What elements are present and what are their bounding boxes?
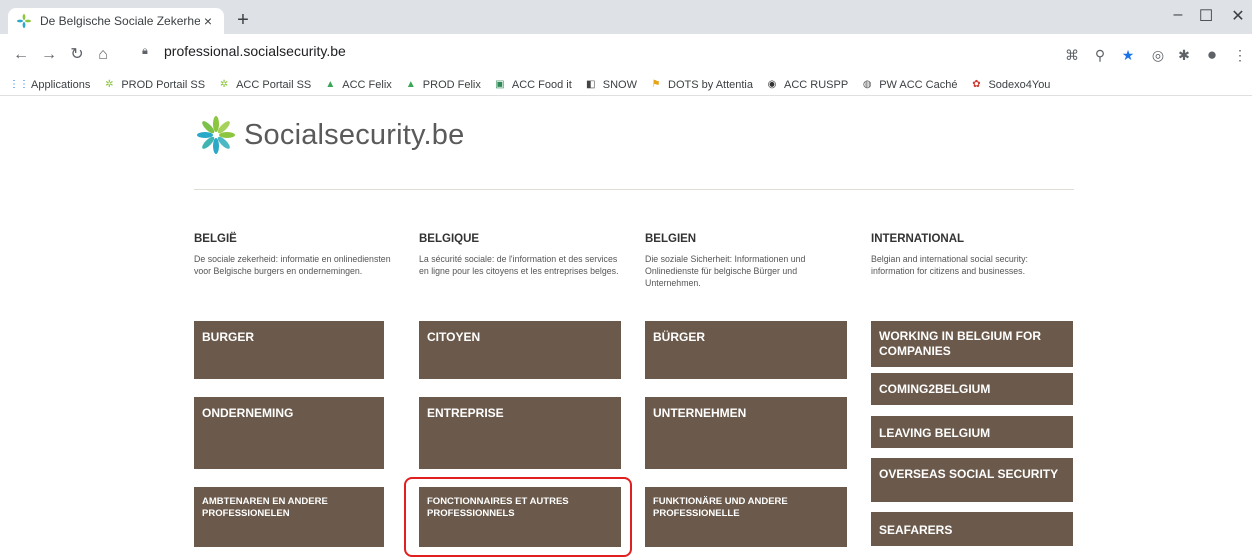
bookmark-label: Applications: [31, 78, 91, 91]
bookmark-label: PW ACC Caché: [879, 78, 958, 91]
apps-grid-icon: ⋮⋮: [9, 79, 29, 90]
bookmark-item[interactable]: ✲ ACC Portail SS: [217, 78, 311, 92]
bookmark-item[interactable]: ✿ Sodexo4You: [969, 78, 1050, 92]
maximize-icon[interactable]: ☐: [1196, 6, 1216, 26]
site-logo[interactable]: Socialsecurity.be: [194, 115, 464, 155]
bookmark-item[interactable]: ◉ ACC RUSPP: [765, 78, 849, 92]
overseas-social-security-button[interactable]: OVERSEAS SOCIAL SECURITY: [871, 458, 1073, 502]
reload-icon[interactable]: ↻: [66, 44, 88, 66]
ambtenaren-button[interactable]: AMBTENAREN EN ANDERE PROFESSIONELEN: [194, 487, 384, 547]
column-international: INTERNATIONAL Belgian and international …: [871, 233, 1071, 277]
column-belgique: BELGIQUE La sécurité sociale: de l'infor…: [419, 233, 619, 277]
bookmark-item[interactable]: ◧ SNOW: [584, 78, 637, 92]
zoom-icon[interactable]: ⚲: [1090, 45, 1110, 65]
back-icon[interactable]: ←: [10, 44, 32, 66]
bookmark-label: ACC Felix: [342, 78, 392, 91]
bookmark-item[interactable]: ⚑ DOTS by Attentia: [649, 78, 753, 92]
extension-icon[interactable]: ◎: [1148, 45, 1168, 65]
tab-close-icon[interactable]: ×: [200, 13, 216, 29]
home-icon[interactable]: ⌂: [92, 44, 114, 66]
bookmark-label: PROD Felix: [422, 78, 481, 91]
socialsecurity-logo-icon: [197, 116, 235, 154]
socialsecurity-icon: ✲: [105, 79, 114, 90]
translate-icon[interactable]: ⌘: [1062, 45, 1082, 65]
funktionare-button[interactable]: FUNKTIONÄRE UND ANDERE PROFESSIONELLE: [645, 487, 847, 547]
bookmark-item[interactable]: ▲ ACC Felix: [323, 78, 392, 92]
leaving-belgium-button[interactable]: LEAVING BELGIUM: [871, 416, 1073, 448]
ruspp-icon: ◉: [767, 79, 777, 90]
bookmark-item[interactable]: ▲ PROD Felix: [404, 78, 481, 92]
bookmark-label: Sodexo4You: [988, 78, 1051, 91]
lock-icon: 🔒︎: [142, 44, 148, 57]
bookmark-item[interactable]: ⋮⋮ Applications: [9, 78, 91, 92]
burger-de-button[interactable]: BÜRGER: [645, 321, 847, 379]
bookmark-label: ACC Food it: [511, 78, 572, 91]
entreprise-button[interactable]: ENTREPRISE: [419, 397, 621, 469]
forward-icon[interactable]: →: [38, 44, 60, 66]
socialsecurity-favicon-icon: [16, 13, 32, 29]
column-belgie: BELGIË De sociale zekerheid: informatie …: [194, 233, 394, 277]
column-heading: BELGIEN: [645, 233, 697, 245]
unternehmen-button[interactable]: UNTERNEHMEN: [645, 397, 847, 469]
column-heading: INTERNATIONAL: [871, 233, 965, 245]
column-description: La sécurité sociale: de l'information et…: [419, 254, 619, 276]
column-heading: BELGIQUE: [419, 233, 480, 245]
column-description: Die soziale Sicherheit: Informationen un…: [645, 254, 806, 288]
column-description: Belgian and international social securit…: [871, 254, 1028, 276]
bookmarks-bar: ⋮⋮ Applications ✲ PROD Portail SS ✲ ACC Porta…: [0, 74, 1252, 96]
profile-icon[interactable]: ●: [1202, 45, 1222, 65]
sodexo-icon: ✿: [972, 79, 981, 90]
bookmark-label: DOTS by Attentia: [668, 78, 753, 91]
bookmark-label: ACC Portail SS: [236, 78, 312, 91]
food-icon: ▣: [495, 79, 505, 90]
column-belgien: BELGIEN Die soziale Sicherheit: Informat…: [645, 233, 845, 289]
onderneming-button[interactable]: ONDERNEMING: [194, 397, 384, 469]
snow-icon: ◧: [586, 79, 596, 90]
browser-tabstrip: De Belgische Sociale Zekerheid | × + – ☐…: [0, 0, 1252, 34]
seafarers-button[interactable]: SEAFARERS: [871, 512, 1073, 546]
minimize-icon[interactable]: –: [1168, 6, 1188, 24]
burger-button[interactable]: BURGER: [194, 321, 384, 379]
felix-icon: ▲: [405, 79, 416, 90]
bookmark-star-icon[interactable]: ★: [1118, 45, 1138, 65]
url-text: professional.socialsecurity.be: [164, 43, 346, 59]
bookmark-label: PROD Portail SS: [121, 78, 206, 91]
tab-title: De Belgische Sociale Zekerheid |: [40, 14, 200, 28]
extensions-puzzle-icon[interactable]: ✱: [1174, 45, 1194, 65]
browser-toolbar: ← → ↻ ⌂ 🔒︎ professional.socialsecurity.b…: [0, 34, 1252, 74]
browser-tab[interactable]: De Belgische Sociale Zekerheid | ×: [8, 8, 224, 34]
menu-icon[interactable]: ⋮: [1230, 45, 1250, 65]
globe-icon: ◍: [862, 79, 872, 90]
highlight-annotation: [404, 477, 632, 557]
felix-icon: ▲: [325, 79, 336, 90]
new-tab-icon[interactable]: +: [232, 9, 254, 31]
bookmark-item[interactable]: ◍ PW ACC Caché: [860, 78, 958, 92]
close-window-icon[interactable]: ✕: [1228, 6, 1248, 26]
attentia-icon: ⚑: [651, 79, 661, 90]
column-description: De sociale zekerheid: informatie en onli…: [194, 254, 391, 276]
coming2belgium-button[interactable]: COMING2BELGIUM: [871, 373, 1073, 405]
socialsecurity-icon: ✲: [219, 79, 229, 90]
bookmark-label: SNOW: [602, 78, 638, 91]
citoyen-button[interactable]: CITOYEN: [419, 321, 621, 379]
bookmark-label: ACC RUSPP: [784, 78, 849, 91]
header-divider: [194, 189, 1074, 190]
address-bar[interactable]: 🔒︎ professional.socialsecurity.be: [142, 37, 1002, 65]
bookmark-item[interactable]: ▣ ACC Food it: [493, 78, 572, 92]
column-heading: BELGIË: [194, 233, 237, 245]
working-in-belgium-button[interactable]: WORKING IN BELGIUM FOR COMPANIES: [871, 321, 1073, 367]
bookmark-item[interactable]: ✲ PROD Portail SS: [102, 78, 205, 92]
site-name: Socialsecurity.be: [244, 118, 465, 151]
